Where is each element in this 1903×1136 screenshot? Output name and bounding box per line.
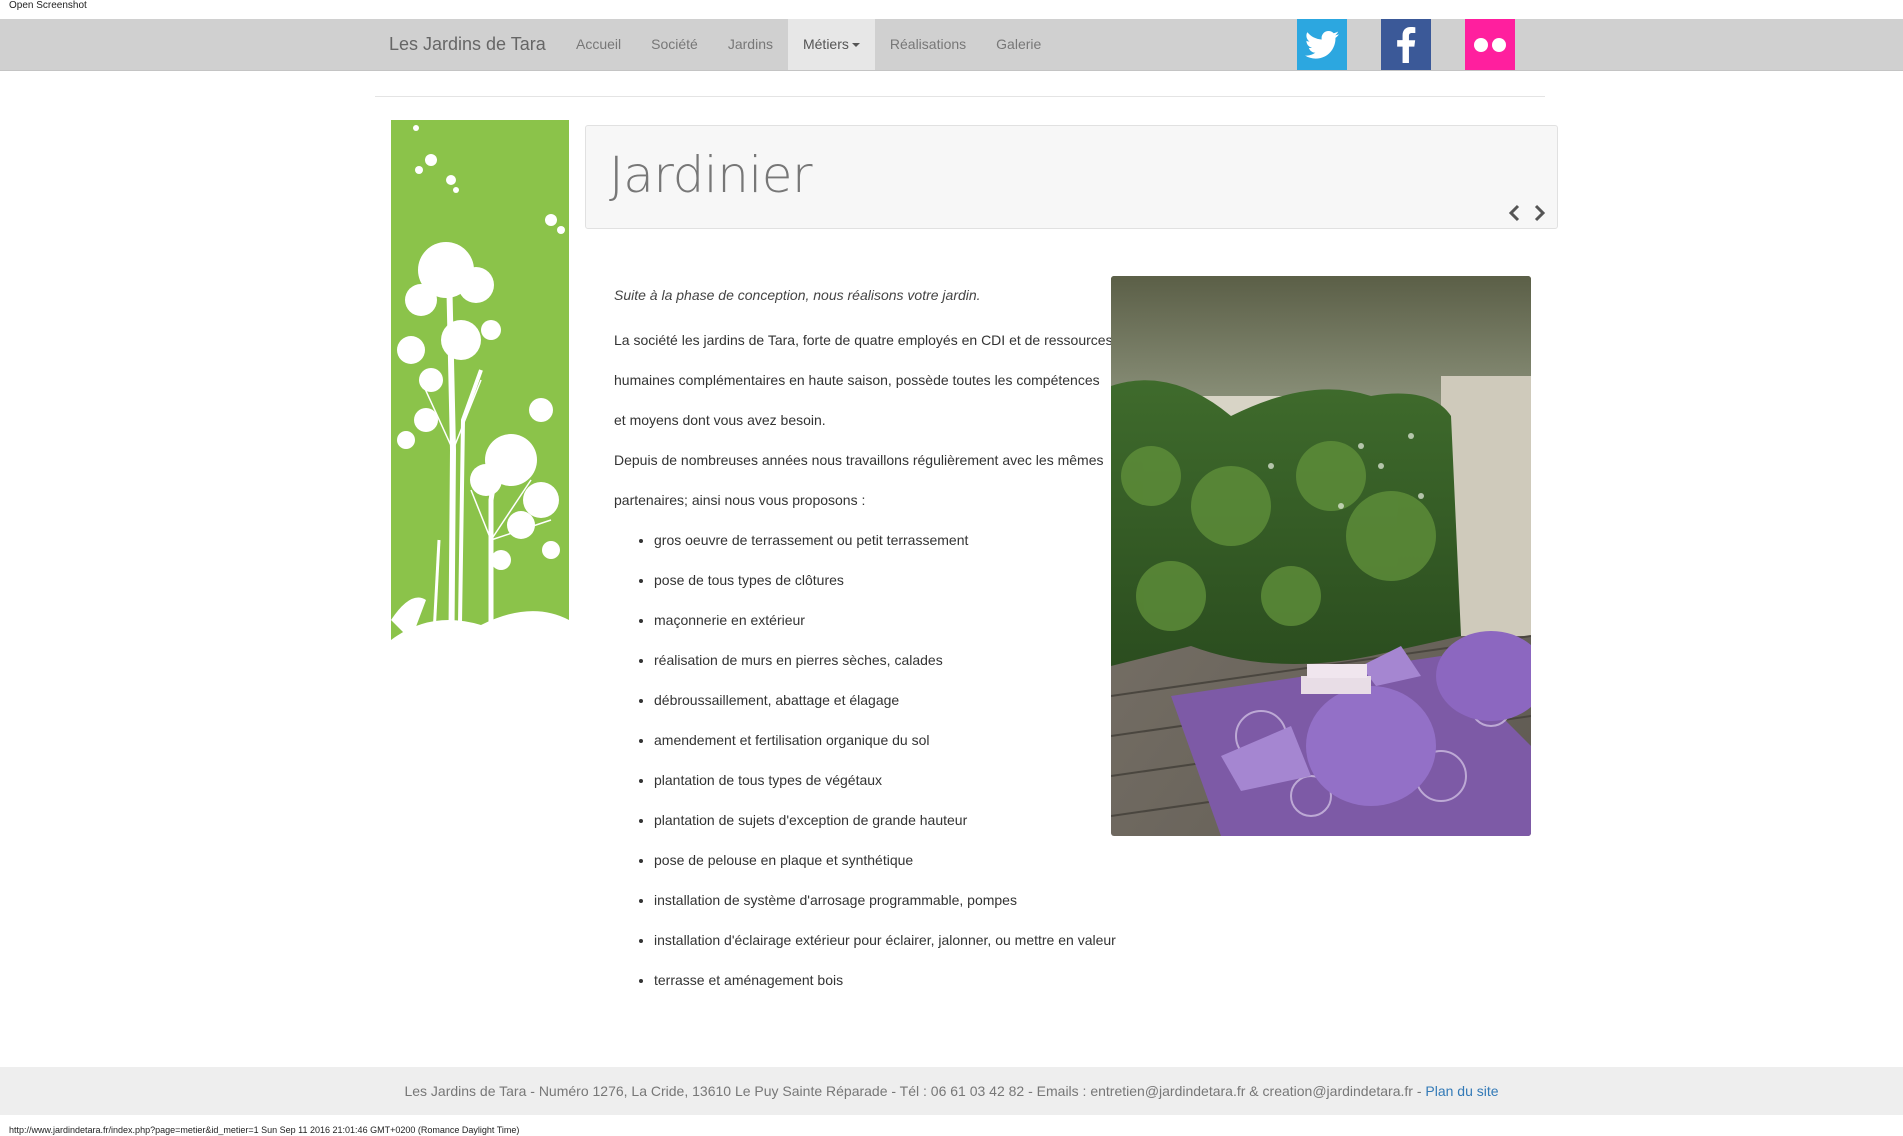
list-item: installation d'éclairage extérieur pour … <box>654 920 1116 960</box>
caret-down-icon <box>851 43 860 48</box>
nav-item-metiers-dropdown[interactable]: Métiers <box>787 19 875 70</box>
list-item: installation de système d'arrosage progr… <box>654 880 1114 920</box>
next-arrow-button[interactable] <box>1531 204 1547 222</box>
title-panel: Jardinier <box>585 125 1558 229</box>
chevron-right-icon <box>1534 204 1546 222</box>
twitter-link[interactable] <box>1297 19 1347 70</box>
sitemap-link[interactable]: Plan du site <box>1425 1083 1498 1099</box>
list-item: plantation de sujets d'exception de gran… <box>654 800 1114 840</box>
agapanthus-silhouette-banner <box>391 120 569 691</box>
flower-silhouette-icon <box>391 125 569 691</box>
list-item: gros oeuvre de terrassement ou petit ter… <box>654 520 1114 560</box>
nav-item-metiers-label: Métiers <box>802 36 849 52</box>
window-caption: Open Screenshot <box>9 0 87 11</box>
nav-item-galerie[interactable]: Galerie <box>981 19 1056 70</box>
services-list: gros oeuvre de terrassement ou petit ter… <box>614 520 1116 1000</box>
list-item: terrasse et aménagement bois <box>654 960 1114 1000</box>
list-item: pose de tous types de clôtures <box>654 560 1114 600</box>
page-title: Jardinier <box>609 146 813 204</box>
garden-photo-illustration <box>1111 276 1531 836</box>
list-item: plantation de tous types de végétaux <box>654 760 1114 800</box>
list-item: débroussaillement, abattage et élagage <box>654 680 1114 720</box>
garden-terrace-photo <box>1111 276 1531 836</box>
facebook-icon <box>1397 26 1416 63</box>
nav-item-societe[interactable]: Société <box>636 19 713 70</box>
twitter-icon <box>1305 30 1339 59</box>
chevron-left-icon <box>1508 204 1520 222</box>
facebook-link[interactable] <box>1381 19 1431 70</box>
header-divider <box>375 96 1545 97</box>
brand-link[interactable]: Les Jardins de Tara <box>389 19 546 70</box>
nav-item-realisations[interactable]: Réalisations <box>875 19 981 70</box>
prev-arrow-button[interactable] <box>1507 204 1523 222</box>
list-item: réalisation de murs en pierres sèches, c… <box>654 640 1114 680</box>
paragraph-partners: Depuis de nombreuses années nous travail… <box>614 452 1104 508</box>
top-navbar: Les Jardins de Tara Accueil Société Jard… <box>0 19 1903 71</box>
intro-text: Suite à la phase de conception, nous réa… <box>614 287 981 303</box>
flickr-icon <box>1474 37 1506 52</box>
nav-item-accueil[interactable]: Accueil <box>561 19 636 70</box>
list-item: pose de pelouse en plaque et synthétique <box>654 840 1114 880</box>
list-item: amendement et fertilisation organique du… <box>654 720 1114 760</box>
main-nav: Accueil Société Jardins Métiers Réalisat… <box>561 19 1056 70</box>
flickr-link[interactable] <box>1465 19 1515 70</box>
site-footer: Les Jardins de Tara - Numéro 1276, La Cr… <box>0 1067 1903 1115</box>
nav-item-jardins[interactable]: Jardins <box>713 19 788 70</box>
paragraph-company: La société les jardins de Tara, forte de… <box>614 332 1113 428</box>
metier-description: Suite à la phase de conception, nous réa… <box>614 280 1116 1000</box>
screenshot-status-bar: http://www.jardindetara.fr/index.php?pag… <box>9 1125 520 1135</box>
footer-contact-text: Les Jardins de Tara - Numéro 1276, La Cr… <box>404 1083 1426 1099</box>
list-item: maçonnerie en extérieur <box>654 600 1114 640</box>
